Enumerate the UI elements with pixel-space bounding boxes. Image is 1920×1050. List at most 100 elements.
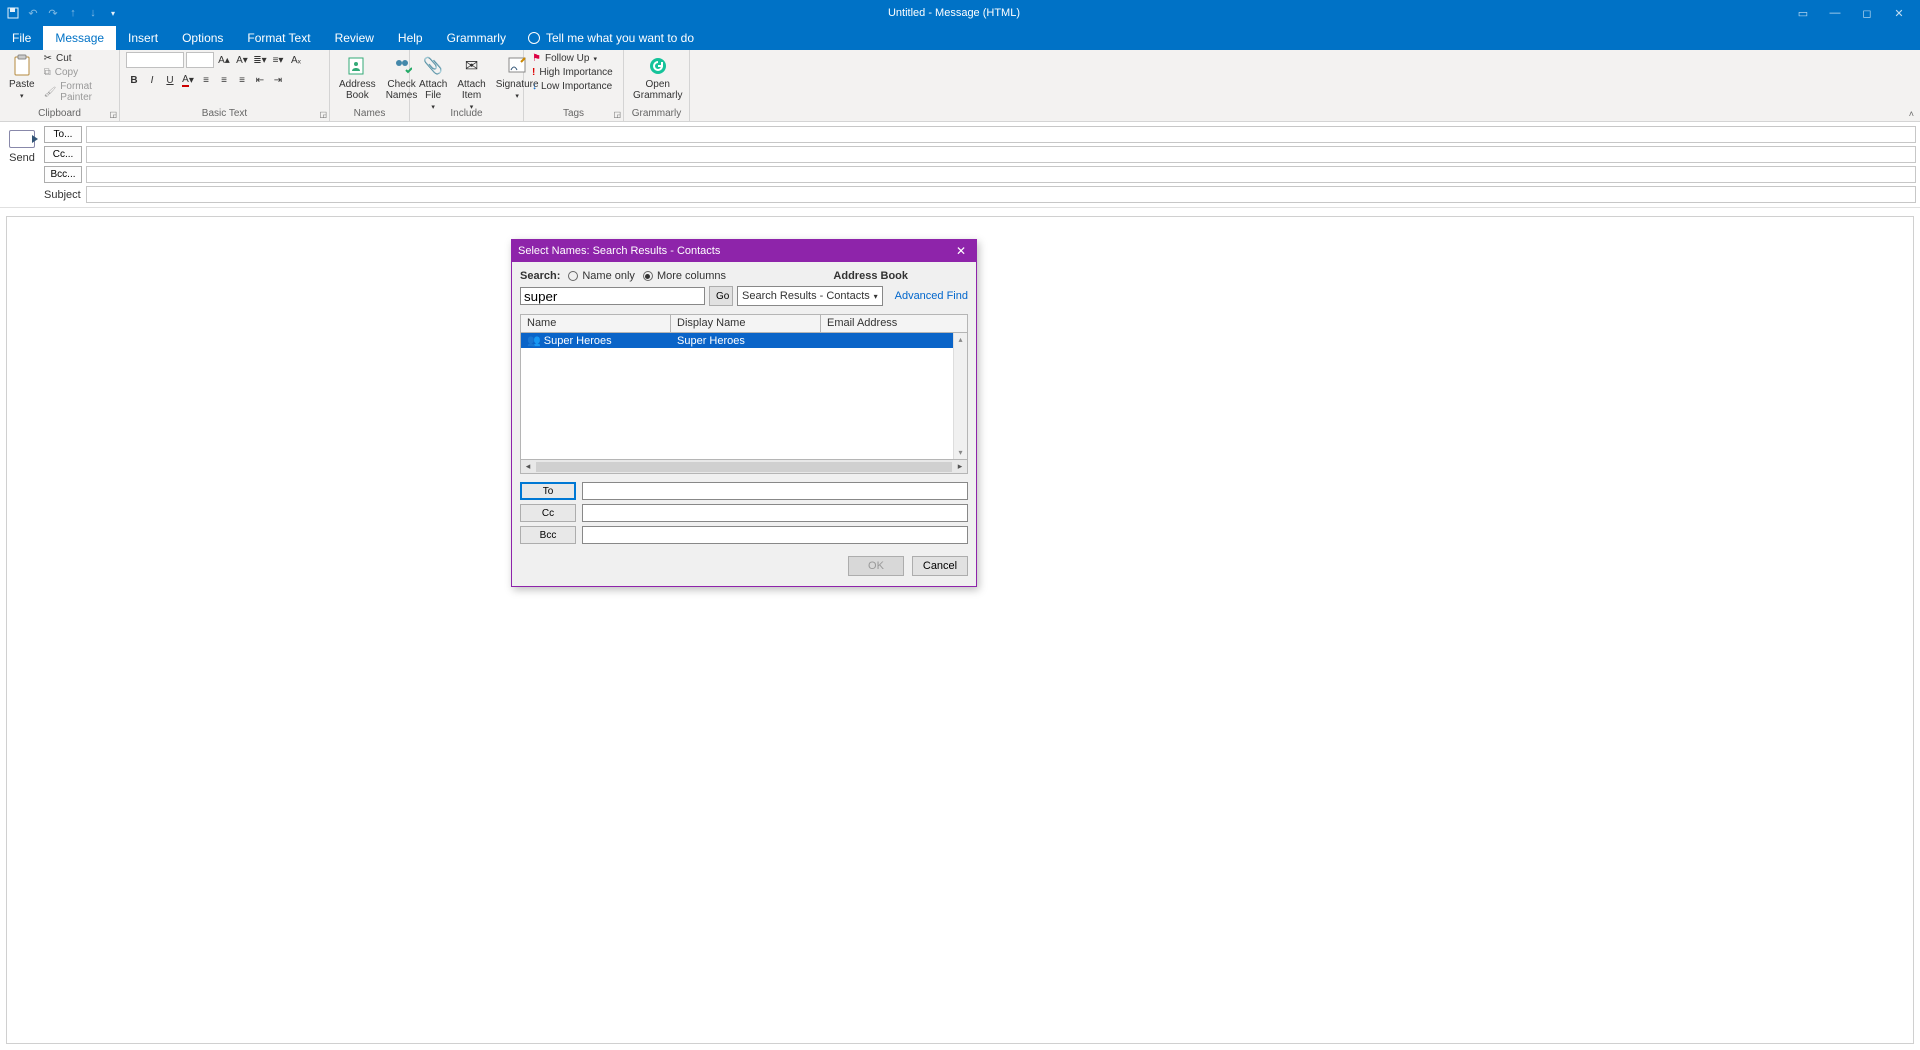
collapse-ribbon-icon[interactable]: ˄: [1909, 109, 1914, 119]
ok-button[interactable]: OK: [848, 556, 904, 576]
grid-body[interactable]: 👥 Super Heroes Super Heroes ▴ ▾: [521, 333, 967, 459]
send-block: Send: [4, 126, 40, 203]
clipboard-launcher-icon[interactable]: ◲: [109, 110, 117, 119]
attach-item-button[interactable]: ✉ Attach Item ▾: [454, 52, 488, 115]
basic-text-launcher-icon[interactable]: ◲: [319, 110, 327, 119]
bullets-icon[interactable]: ≣▾: [252, 52, 268, 68]
redo-icon[interactable]: ↷: [46, 6, 60, 20]
close-icon[interactable]: ✕: [1892, 6, 1906, 20]
paste-button[interactable]: Paste ▾: [6, 52, 38, 104]
align-left-icon[interactable]: ≡: [198, 72, 214, 88]
col-email[interactable]: Email Address: [821, 315, 967, 332]
low-importance-button[interactable]: ↓ Low Importance: [530, 80, 615, 93]
dialog-bcc-button[interactable]: Bcc: [520, 526, 576, 544]
tab-insert[interactable]: Insert: [116, 26, 170, 50]
tags-launcher-icon[interactable]: ◲: [613, 110, 621, 119]
tab-grammarly[interactable]: Grammarly: [435, 26, 518, 50]
send-icon: [9, 130, 35, 148]
advanced-find-link[interactable]: Advanced Find: [895, 290, 968, 302]
ribbon-display-icon[interactable]: ▭: [1796, 6, 1810, 20]
subject-input[interactable]: [86, 186, 1916, 203]
chevron-down-icon: ▾: [515, 91, 519, 102]
increase-indent-icon[interactable]: ⇥: [270, 72, 286, 88]
decrease-font-icon[interactable]: A▾: [234, 52, 250, 68]
format-painter-label: Format Painter: [60, 81, 111, 103]
horizontal-scrollbar[interactable]: ◂ ▸: [521, 459, 967, 473]
dialog-close-icon[interactable]: ✕: [952, 244, 970, 258]
go-button[interactable]: Go: [709, 286, 733, 306]
font-size-select[interactable]: [186, 52, 214, 68]
align-right-icon[interactable]: ≡: [234, 72, 250, 88]
tab-options[interactable]: Options: [170, 26, 235, 50]
up-arrow-icon[interactable]: ↑: [66, 6, 80, 20]
bcc-input[interactable]: [86, 166, 1916, 183]
cut-button[interactable]: ✂ Cut: [42, 52, 113, 65]
scroll-up-icon[interactable]: ▴: [958, 335, 962, 344]
dialog-cc-input[interactable]: [582, 504, 968, 522]
scroll-right-icon[interactable]: ▸: [953, 461, 967, 472]
tab-message[interactable]: Message: [43, 26, 116, 50]
dialog-bcc-input[interactable]: [582, 526, 968, 544]
font-color-icon[interactable]: A▾: [180, 72, 196, 88]
save-icon[interactable]: [6, 6, 20, 20]
maximize-icon[interactable]: ◻: [1860, 6, 1874, 20]
dialog-to-button[interactable]: To: [520, 482, 576, 500]
dialog-titlebar[interactable]: Select Names: Search Results - Contacts …: [512, 240, 976, 262]
qat-dropdown-icon[interactable]: ▾: [106, 6, 120, 20]
cancel-button[interactable]: Cancel: [912, 556, 968, 576]
copy-button[interactable]: ⧉ Copy: [42, 66, 113, 79]
col-display[interactable]: Display Name: [671, 315, 821, 332]
follow-up-button[interactable]: ⚑ Follow Up ▾: [530, 52, 615, 65]
address-book-select[interactable]: Search Results - Contacts ▾: [737, 286, 883, 306]
vertical-scrollbar[interactable]: ▴ ▾: [953, 333, 967, 459]
to-input[interactable]: [86, 126, 1916, 143]
chevron-down-icon: ▾: [593, 55, 597, 63]
down-arrow-icon: ↓: [532, 81, 537, 92]
radio-icon: [643, 271, 653, 281]
cc-input[interactable]: [86, 146, 1916, 163]
radio-name-only[interactable]: Name only: [568, 270, 635, 282]
align-center-icon[interactable]: ≡: [216, 72, 232, 88]
to-button[interactable]: To...: [44, 126, 82, 143]
attach-file-button[interactable]: 📎 Attach File ▾: [416, 52, 450, 115]
minimize-icon[interactable]: —: [1828, 6, 1842, 20]
italic-icon[interactable]: I: [144, 72, 160, 88]
bold-icon[interactable]: B: [126, 72, 142, 88]
send-button[interactable]: Send: [9, 152, 35, 164]
row-name: Super Heroes: [544, 335, 612, 347]
down-arrow-icon[interactable]: ↓: [86, 6, 100, 20]
tab-format-text[interactable]: Format Text: [235, 26, 322, 50]
tab-review[interactable]: Review: [323, 26, 386, 50]
numbering-icon[interactable]: ≡▾: [270, 52, 286, 68]
underline-icon[interactable]: U: [162, 72, 178, 88]
scroll-down-icon[interactable]: ▾: [958, 448, 962, 457]
scroll-track[interactable]: [536, 462, 952, 472]
paperclip-icon: 📎: [421, 54, 445, 78]
increase-font-icon[interactable]: A▴: [216, 52, 232, 68]
dialog-cc-button[interactable]: Cc: [520, 504, 576, 522]
radio-more-columns[interactable]: More columns: [643, 270, 726, 282]
clear-format-icon[interactable]: Aₓ: [288, 52, 304, 68]
tab-help[interactable]: Help: [386, 26, 435, 50]
tell-me-search[interactable]: Tell me what you want to do: [518, 26, 704, 50]
format-painter-button[interactable]: 🖌 Format Painter: [42, 80, 113, 104]
result-row[interactable]: 👥 Super Heroes Super Heroes: [521, 333, 967, 348]
decrease-indent-icon[interactable]: ⇤: [252, 72, 268, 88]
address-book-button[interactable]: Address Book: [336, 52, 379, 103]
high-importance-button[interactable]: ! High Importance: [530, 66, 615, 79]
search-input[interactable]: [520, 287, 705, 305]
group-grammarly: Open Grammarly Grammarly: [624, 50, 690, 121]
cc-button[interactable]: Cc...: [44, 146, 82, 163]
select-names-dialog: Select Names: Search Results - Contacts …: [511, 239, 977, 587]
col-name[interactable]: Name: [521, 315, 671, 332]
open-grammarly-button[interactable]: Open Grammarly: [630, 52, 685, 103]
lightbulb-icon: [528, 32, 540, 44]
scroll-left-icon[interactable]: ◂: [521, 461, 535, 472]
chevron-down-icon: ▾: [20, 91, 24, 102]
dialog-to-input[interactable]: [582, 482, 968, 500]
bcc-button[interactable]: Bcc...: [44, 166, 82, 183]
undo-icon[interactable]: ↶: [26, 6, 40, 20]
tab-file[interactable]: File: [0, 26, 43, 50]
font-name-select[interactable]: [126, 52, 184, 68]
ribbon-tabs: File Message Insert Options Format Text …: [0, 26, 1920, 50]
